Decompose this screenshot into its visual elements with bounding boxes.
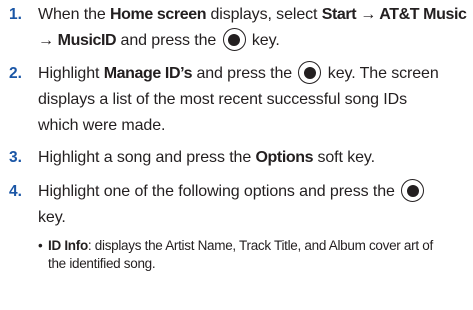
text-run: displays a list of the most recent succe…: [38, 91, 407, 108]
step-text: Highlight a song and press the Options s…: [38, 145, 469, 171]
bullet-description: : displays the Artist Name, Track Title,…: [87, 238, 433, 253]
bullet-id-info: • ID Info: displays the Artist Name, Tra…: [38, 237, 470, 273]
id-info-term: ID Info: [48, 238, 88, 253]
bullet-text: ID Info: displays the Artist Name, Track…: [48, 237, 470, 273]
text-run: key.: [247, 32, 280, 49]
manage-ids-term: Manage ID’s: [103, 65, 193, 82]
text-run: key.: [38, 209, 66, 226]
step-text: Highlight one of the following options a…: [38, 179, 469, 231]
text-run: soft key.: [313, 149, 375, 166]
menu-path: → MusicID: [38, 32, 117, 49]
text-run: Highlight one of the following options a…: [38, 183, 400, 200]
text-run: Highlight: [38, 65, 104, 82]
options-term: Options: [255, 149, 314, 166]
select-key-icon: [298, 61, 322, 84]
select-key-icon: [401, 179, 425, 202]
text-run: and press the: [116, 32, 221, 49]
step-number: 2.: [9, 65, 22, 82]
menu-path: Start → AT&T Music: [321, 6, 467, 23]
home-screen-term: Home screen: [110, 6, 207, 23]
step-1: 1. When the Home screen displays, select…: [9, 2, 469, 54]
step-number: 1.: [9, 6, 22, 23]
step-number: 3.: [9, 149, 22, 166]
step-text: When the Home screen displays, select St…: [38, 2, 469, 54]
bullet-marker: •: [38, 238, 43, 253]
text-run: Highlight a song and press the: [38, 149, 256, 166]
step-4: 4. Highlight one of the following option…: [9, 179, 469, 231]
step-2: 2. Highlight Manage ID’s and press the k…: [9, 61, 469, 139]
text-run: key. The screen: [323, 65, 439, 82]
text-run: When the: [38, 6, 111, 23]
select-key-icon: [222, 28, 246, 51]
text-run: which were made.: [38, 117, 166, 134]
bullet-continuation: the identified song.: [48, 256, 156, 271]
step-3: 3. Highlight a song and press the Option…: [9, 145, 469, 171]
text-run: displays, select: [206, 6, 322, 23]
step-number: 4.: [9, 183, 22, 200]
step-text: Highlight Manage ID’s and press the key.…: [38, 61, 469, 139]
text-run: and press the: [192, 65, 297, 82]
